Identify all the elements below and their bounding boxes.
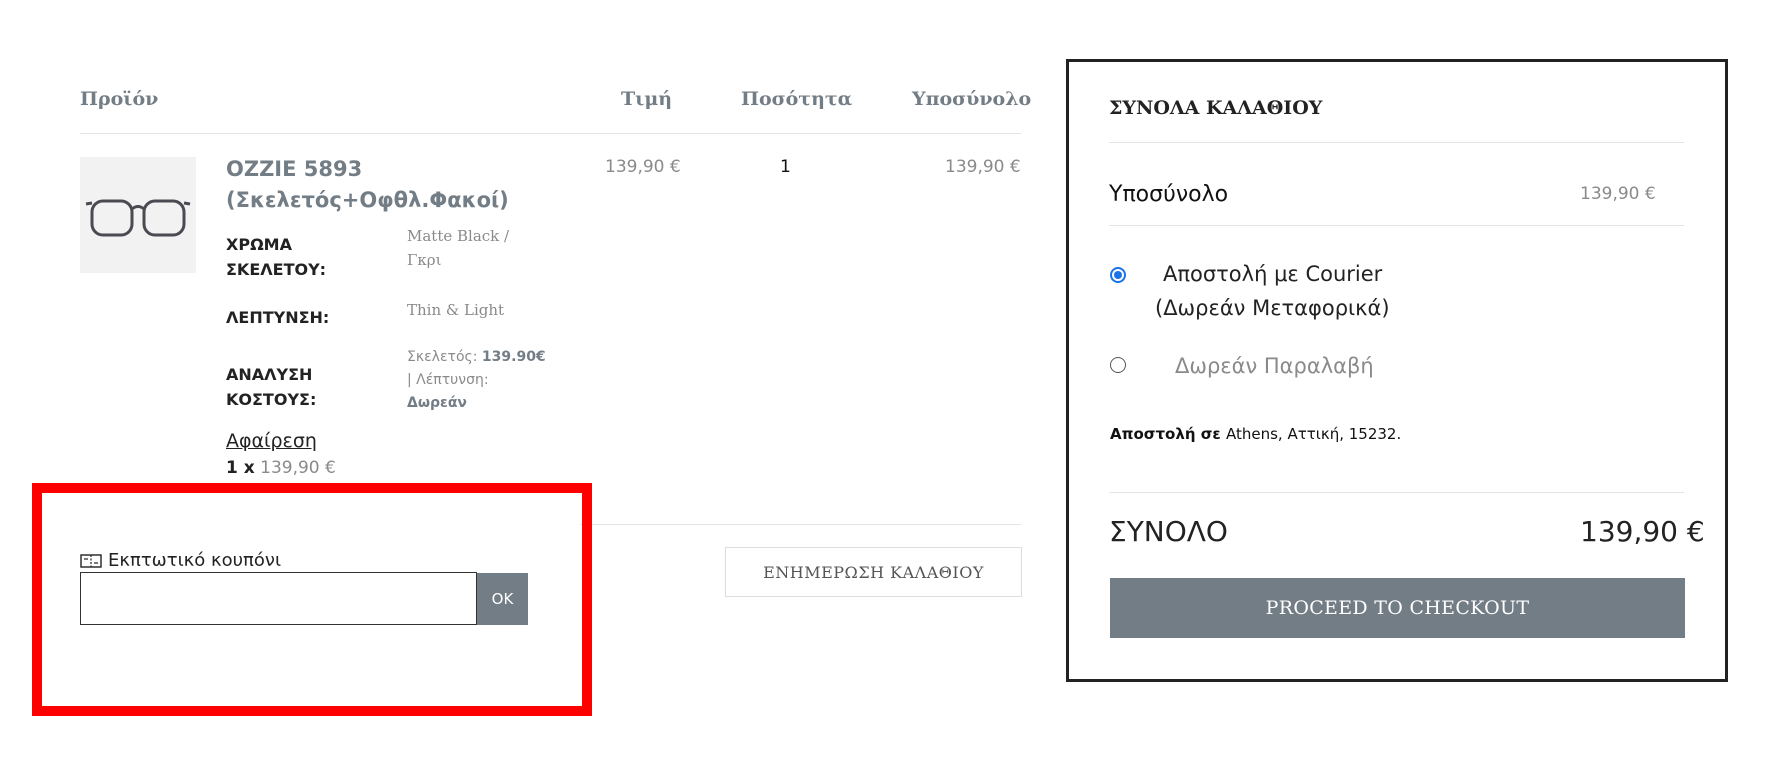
remove-item-link[interactable]: Αφαίρεση: [226, 430, 317, 452]
shipping-pickup-radio[interactable]: [1110, 357, 1126, 373]
cart-totals-title: ΣΥΝΟΛΑ ΚΑΛΑΘΙΟΥ: [1109, 97, 1323, 119]
grand-total-label: ΣΥΝΟΛΟ: [1109, 515, 1228, 548]
meta-cost-value: Σκελετός: 139.90€ | Λέπτυνση: Δωρεάν: [407, 349, 546, 411]
column-header-price: Τιμή: [621, 88, 673, 110]
grand-total-value: 139,90 €: [1580, 515, 1705, 548]
meta-thinning-label: ΛΕΠΤΥΝΣΗ:: [226, 308, 330, 327]
meta-color-value: Matte Black / Γκρι: [407, 227, 510, 269]
product-name-line1: OZZIE 5893: [226, 157, 363, 181]
totals-title-divider: [1109, 142, 1684, 143]
item-price: 139,90 €: [605, 157, 681, 177]
totals-shipping-divider: [1109, 492, 1684, 493]
product-name-link[interactable]: OZZIE 5893 (Σκελετός+Οφθλ.Φακοί): [226, 154, 509, 216]
meta-cost-label: ΑΝΑΛΥΣΗ ΚΟΣΤΟΥΣ:: [226, 365, 317, 409]
item-quantity: 1: [780, 157, 791, 177]
eyeglasses-icon: [85, 199, 191, 237]
unit-price-line: 1 x 139,90 €: [226, 458, 336, 478]
totals-subtotal-value: 139,90 €: [1580, 184, 1656, 204]
column-header-quantity: Ποσότητα: [741, 88, 853, 110]
header-divider: [80, 133, 1021, 134]
column-header-product: Προϊόν: [80, 88, 159, 110]
shipping-courier-label[interactable]: Αποστολή με Courier (Δωρεάν Μεταφορικά): [1155, 257, 1390, 325]
proceed-to-checkout-button[interactable]: PROCEED TO CHECKOUT: [1110, 578, 1685, 638]
item-subtotal: 139,90 €: [945, 157, 1021, 177]
column-header-subtotal: Υποσύνολο: [912, 88, 1032, 110]
row-divider: [580, 524, 1021, 525]
highlight-annotation-box: [32, 483, 592, 716]
shipping-courier-radio[interactable]: [1110, 267, 1126, 283]
product-name-line2: (Σκελετός+Οφθλ.Φακοί): [226, 188, 509, 212]
update-cart-button[interactable]: ΕΝΗΜΕΡΩΣΗ ΚΑΛΑΘΙΟΥ: [725, 547, 1022, 597]
totals-subtotal-label: Υποσύνολο: [1109, 182, 1229, 207]
totals-subtotal-divider: [1109, 225, 1684, 226]
shipping-pickup-label[interactable]: Δωρεάν Παραλαβή: [1175, 354, 1374, 378]
product-thumbnail[interactable]: [80, 157, 196, 273]
shipping-destination: Αποστολή σε Athens, Αττική, 15232.: [1110, 425, 1402, 443]
meta-color-label: ΧΡΩΜΑ ΣΚΕΛΕΤΟΥ:: [226, 235, 327, 279]
meta-thinning-value: Thin & Light: [407, 301, 505, 319]
